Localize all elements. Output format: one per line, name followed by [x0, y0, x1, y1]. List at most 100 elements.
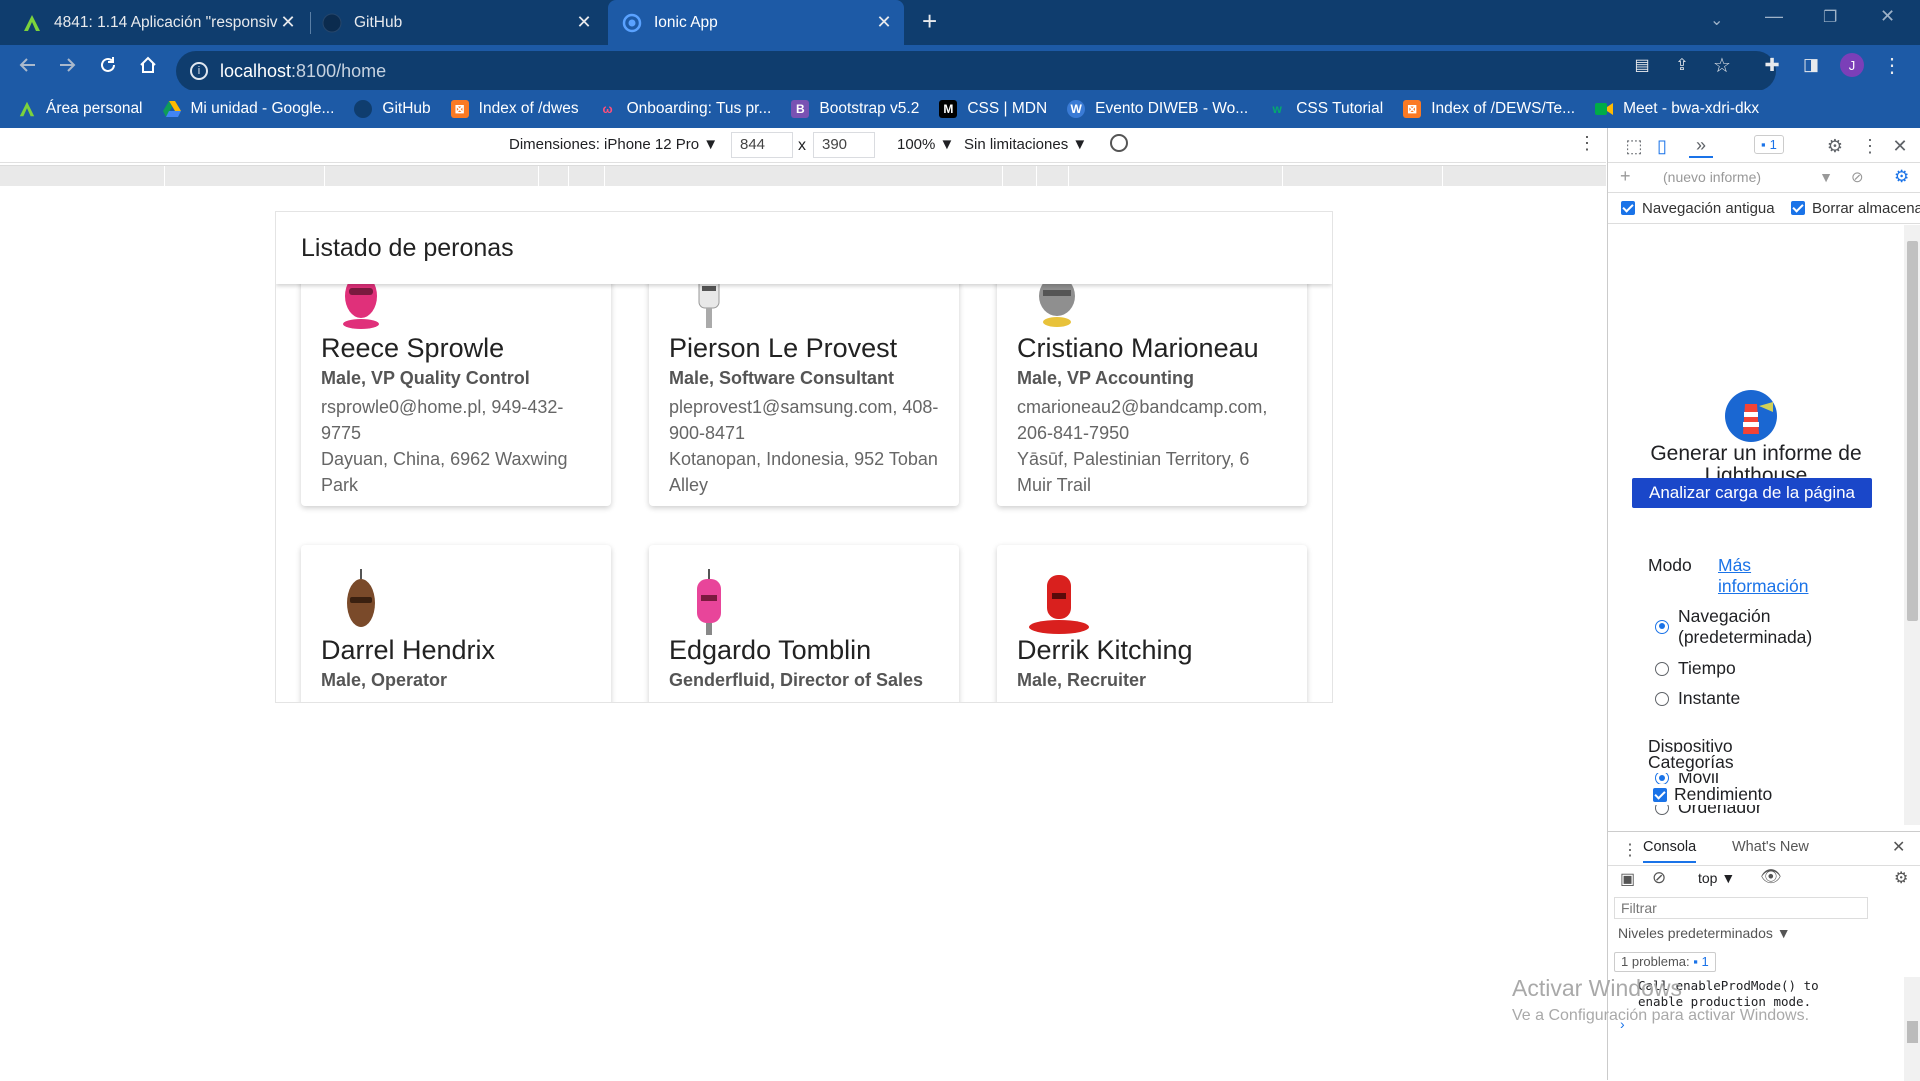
bookmark-github[interactable]: GitHub — [354, 100, 431, 118]
wordpress-icon: W — [1067, 100, 1086, 118]
app-header: Listado de peronas — [276, 212, 1332, 284]
forward-icon[interactable] — [53, 51, 81, 79]
tab-console[interactable]: Consola — [1643, 839, 1697, 863]
bookmark-meet[interactable]: Meet - bwa-xdri-dkx — [1595, 100, 1759, 118]
scrollbar-thumb[interactable] — [1907, 241, 1918, 621]
console-filter-input[interactable]: Filtrar — [1614, 897, 1868, 919]
device-height-input[interactable]: 390 — [813, 132, 875, 158]
close-window-icon[interactable]: ✕ — [1880, 6, 1895, 27]
side-panel-icon[interactable]: ◨ — [1797, 51, 1825, 79]
throttle-select[interactable]: Sin limitaciones ▼ — [964, 136, 1087, 153]
console-settings-icon[interactable]: ⚙ — [1894, 868, 1908, 888]
person-role: Male, Operator — [321, 670, 448, 690]
bookmark-mdn[interactable]: M CSS | MDN — [939, 100, 1047, 118]
person-role: Male, VP Quality Control — [321, 368, 530, 388]
mode-timespan-radio[interactable]: Tiempo — [1655, 658, 1736, 679]
xampp-icon: ⊠ — [1403, 100, 1422, 118]
mode-navigation-label: Navegación (predeterminada) — [1678, 606, 1813, 647]
share-icon[interactable]: ⇪ — [1668, 51, 1696, 79]
bookmark-css-tutorial[interactable]: w CSS Tutorial — [1268, 100, 1384, 118]
context-select[interactable]: top ▼ — [1698, 870, 1735, 886]
mode-snapshot-label: Instante — [1678, 688, 1741, 708]
clear-icon[interactable]: ⊘ — [1851, 168, 1864, 186]
extensions-icon[interactable]: ✚ — [1758, 51, 1786, 79]
live-expression-icon[interactable]: 👁 — [1760, 867, 1782, 887]
tab-title: 4841: 1.14 Aplicación "responsive — [54, 13, 278, 31]
address-bar[interactable]: i localhost:8100/home — [176, 51, 1776, 91]
console-line: enable production mode. — [1638, 994, 1812, 1009]
lighthouse-scrollbar[interactable] — [1904, 225, 1920, 825]
inspect-element-icon[interactable]: ⬚ — [1622, 134, 1646, 158]
clear-storage-checkbox[interactable]: Borrar almacenam — [1791, 200, 1920, 217]
bookmark-evento-diweb[interactable]: W Evento DIWEB - Wo... — [1067, 100, 1248, 118]
person-card[interactable]: Darrel Hendrix Male, Operator — [301, 545, 611, 702]
category-performance-checkbox[interactable]: Rendimiento — [1653, 784, 1773, 805]
bookmark-label: Onboarding: Tus pr... — [626, 100, 772, 117]
analyze-page-button[interactable]: Analizar carga de la página — [1632, 478, 1872, 508]
bookmark-index-dews[interactable]: ⊠ Index of /DEWS/Te... — [1403, 100, 1575, 118]
device-toggle-icon[interactable]: ▯ — [1650, 134, 1674, 158]
device-width-input[interactable]: 844 — [731, 132, 793, 158]
clear-console-icon[interactable]: ⊘ — [1652, 868, 1666, 888]
rotate-icon[interactable] — [1110, 134, 1128, 152]
person-card[interactable]: Edgardo Tomblin Genderfluid, Director of… — [649, 545, 959, 702]
new-report-icon[interactable]: + — [1620, 166, 1631, 187]
person-role: Male, Software Consultant — [669, 368, 895, 388]
new-tab-icon[interactable]: + — [922, 6, 937, 37]
device-options-icon[interactable]: ⋮ — [1578, 133, 1596, 154]
console-line: Call enableProdMode() to — [1638, 978, 1819, 993]
bookmark-star-icon[interactable]: ☆ — [1708, 51, 1736, 79]
back-icon[interactable] — [14, 51, 42, 79]
sidebar-toggle-icon[interactable]: ▣ — [1620, 869, 1635, 889]
tab-ionic-app[interactable]: Ionic App ✕ — [608, 0, 904, 45]
message-icon: ▪ — [1761, 137, 1766, 152]
mode-navigation-radio[interactable]: Navegación (predeterminada) — [1655, 606, 1838, 648]
legacy-navigation-checkbox[interactable]: Navegación antigua — [1621, 200, 1775, 217]
bookmark-bootstrap[interactable]: B Bootstrap v5.2 — [791, 100, 919, 118]
moodle-icon — [18, 100, 36, 118]
bookmark-label: Mi unidad - Google... — [190, 100, 335, 117]
console-prompt-icon[interactable]: › — [1620, 1016, 1625, 1032]
tab-moodle[interactable]: 4841: 1.14 Aplicación "responsive ✕ — [0, 0, 308, 45]
tab-search-icon[interactable]: ⌄ — [1710, 10, 1723, 30]
levels-select[interactable]: Niveles predeterminados ▼ — [1618, 925, 1791, 941]
issues-count: 1 — [1769, 137, 1777, 152]
site-info-icon[interactable]: i — [190, 62, 208, 80]
zoom-select[interactable]: 100% ▼ — [897, 136, 954, 153]
problems-button[interactable]: 1 problema: ▪ 1 — [1614, 952, 1716, 972]
bookmark-label: GitHub — [382, 100, 431, 117]
more-info-link[interactable]: Más información — [1718, 555, 1838, 597]
issues-badge[interactable]: ▪ 1 — [1754, 135, 1784, 154]
home-icon[interactable] — [134, 51, 162, 79]
tab-github[interactable]: GitHub ✕ — [312, 0, 604, 45]
bookmark-drive[interactable]: Mi unidad - Google... — [162, 100, 335, 118]
menu-icon[interactable]: ⋮ — [1878, 51, 1906, 79]
more-tabs-icon[interactable]: » — [1689, 134, 1713, 158]
tab-whats-new[interactable]: What's New — [1732, 839, 1809, 855]
close-icon[interactable]: ✕ — [278, 12, 298, 33]
device-dimensions-select[interactable]: Dimensiones: iPhone 12 Pro ▼ — [509, 136, 718, 153]
console-scrollbar[interactable] — [1904, 977, 1920, 1081]
profile-avatar[interactable]: J — [1838, 51, 1866, 79]
drawer-menu-icon[interactable]: ⋮ — [1622, 840, 1638, 860]
mode-snapshot-radio[interactable]: Instante — [1655, 688, 1740, 709]
devtools-menu-icon[interactable]: ⋮ — [1858, 134, 1882, 158]
categories-label: Categorías — [1648, 752, 1734, 773]
person-role: Male, VP Accounting — [1017, 368, 1195, 388]
lighthouse-settings-icon[interactable]: ⚙ — [1894, 167, 1909, 187]
minimize-icon[interactable]: — — [1765, 6, 1783, 27]
settings-icon[interactable]: ⚙ — [1823, 134, 1847, 158]
bookmark-area-personal[interactable]: Área personal — [18, 100, 143, 118]
translate-icon[interactable]: ▤ — [1628, 51, 1656, 79]
radio-icon — [1655, 662, 1669, 676]
close-drawer-icon[interactable]: ✕ — [1892, 837, 1905, 857]
report-select[interactable]: (nuevo informe) ▼ — [1663, 169, 1833, 185]
reload-icon[interactable] — [94, 51, 122, 79]
bookmark-index-dwes[interactable]: ⊠ Index of /dwes — [450, 100, 579, 118]
bookmark-onboarding[interactable]: ω Onboarding: Tus pr... — [599, 100, 772, 118]
close-icon[interactable]: ✕ — [874, 12, 894, 33]
restore-icon[interactable]: ❐ — [1823, 7, 1837, 27]
person-card[interactable]: Derrik Kitching Male, Recruiter — [997, 545, 1307, 702]
close-icon[interactable]: ✕ — [574, 12, 594, 33]
close-devtools-icon[interactable]: ✕ — [1888, 134, 1912, 158]
